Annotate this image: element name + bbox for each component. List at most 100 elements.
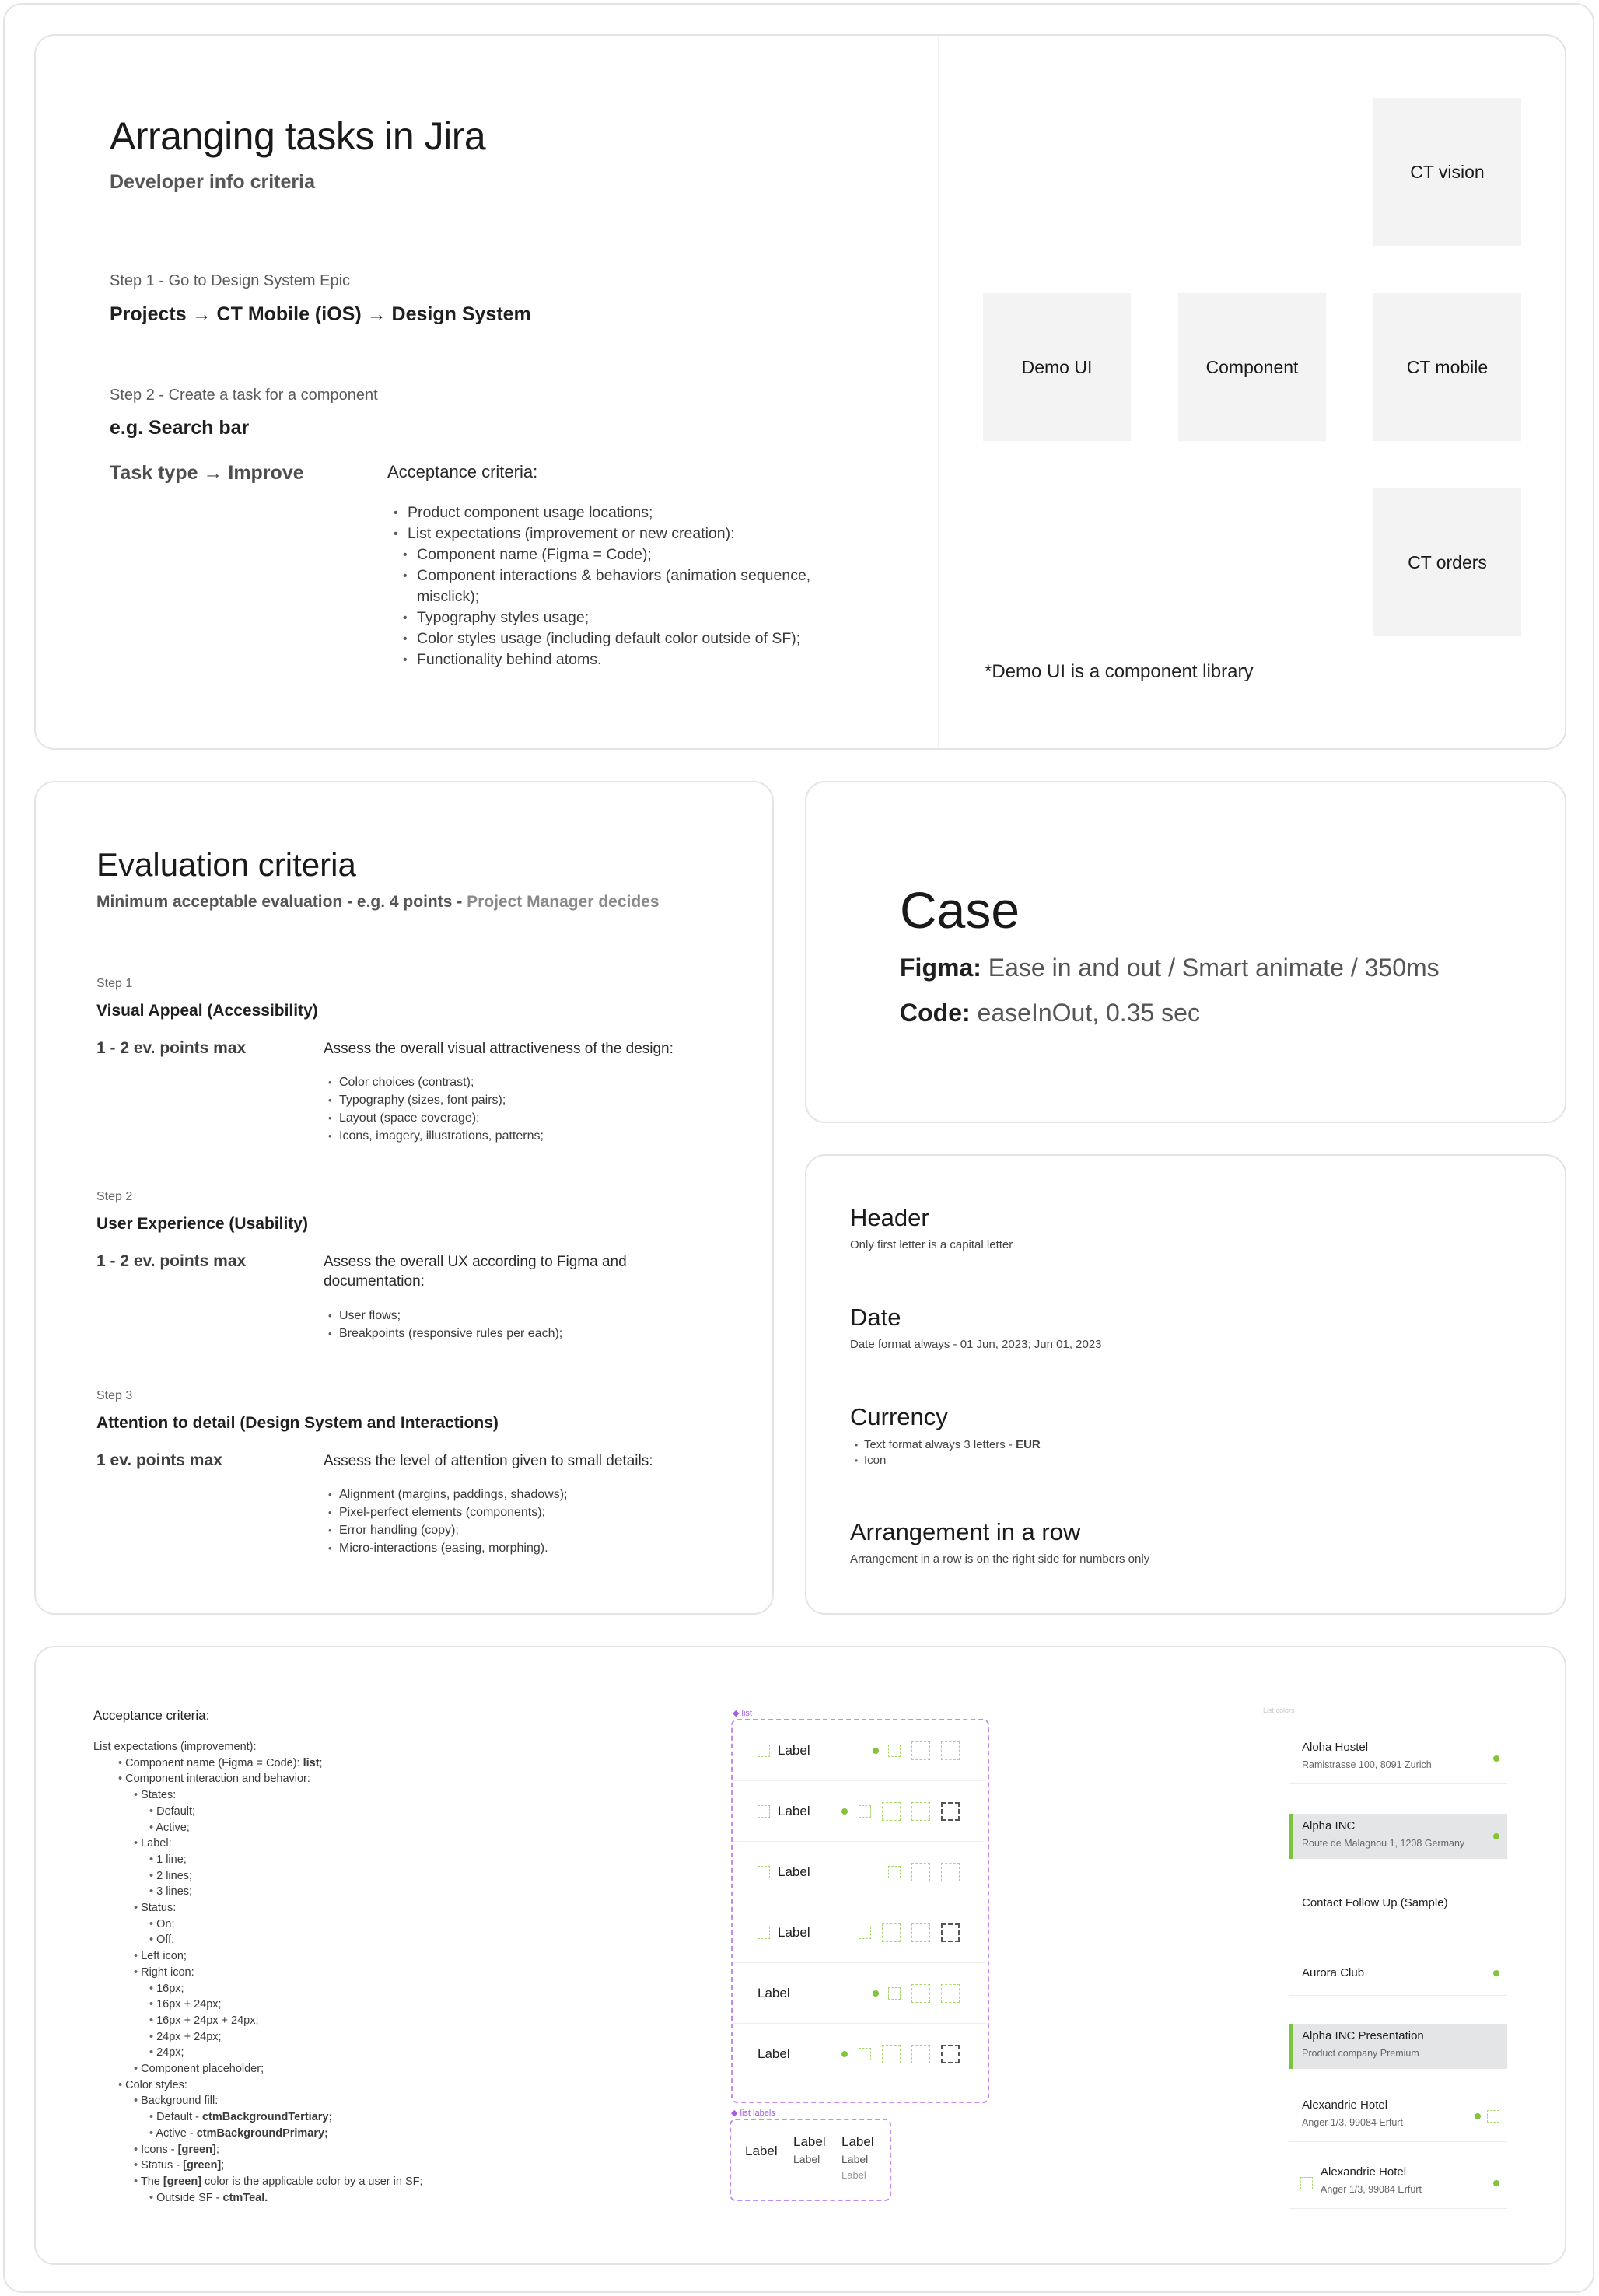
demo-list-item[interactable]: Contact Follow Up (Sample) — [1289, 1879, 1507, 1927]
spec-line: Default - ctmBackgroundTertiary; — [93, 2109, 423, 2126]
component-placeholder-icon — [941, 2045, 960, 2063]
case-card: Case Figma: Ease in and out / Smart anim… — [805, 781, 1566, 1123]
spec-line: Status: — [93, 1900, 423, 1916]
right-icon-placeholder — [911, 1863, 930, 1881]
component-placeholder-icon — [941, 1923, 960, 1942]
right-icon-placeholder — [882, 1923, 901, 1942]
spec-line: 2 lines; — [93, 1868, 423, 1885]
step-list: Color choices (contrast); Typography (si… — [328, 1073, 544, 1145]
status-dot — [873, 1990, 879, 1997]
sublist-wrapper: Component name (Figma = Code); Component… — [394, 544, 891, 670]
spec-title: Acceptance criteria: — [93, 1708, 210, 1723]
left-icon-placeholder — [758, 1745, 770, 1757]
spec-line: Color styles: — [93, 2077, 423, 2094]
right-icon-placeholder — [911, 1984, 930, 2003]
step-points: 1 - 2 ev. points max — [96, 1252, 247, 1270]
spec-tree: List expectations (improvement): Compone… — [93, 1739, 423, 2206]
spec-line: 3 lines; — [93, 1884, 423, 1900]
item-subtitle: Product company Premium — [1302, 2048, 1419, 2059]
spec-line: Background fill: — [93, 2093, 423, 2109]
figma-value: Ease in and out / Smart animate / 350ms — [988, 954, 1440, 982]
step-description: Assess the level of attention given to s… — [324, 1453, 653, 1469]
status-dot — [873, 1748, 879, 1754]
right-icon-placeholder — [911, 2045, 930, 2063]
spec-line: The [green] color is the applicable colo… — [93, 2174, 423, 2190]
spec-line: 16px; — [93, 1981, 423, 1997]
rule-title: Date — [850, 1304, 901, 1331]
colors-frame-tag: List colors — [1263, 1706, 1295, 1714]
list-row[interactable]: Label — [733, 1781, 986, 1842]
case-figma: Figma: Ease in and out / Smart animate /… — [900, 954, 1440, 982]
jira-tasks-card: Arranging tasks in Jira Developer info c… — [34, 34, 1566, 750]
spec-line: States: — [93, 1787, 423, 1804]
list-component-card: Acceptance criteria: List expectations (… — [34, 1646, 1566, 2265]
tile-ct-mobile: CT mobile — [1373, 293, 1521, 441]
demo-list-item-active[interactable]: Alpha INC Route de Malagnou 1, 1208 Germ… — [1289, 1814, 1507, 1859]
list-labels-frame: Label Label Label Label Label Label — [730, 2119, 891, 2201]
list-row[interactable]: Label — [733, 1963, 986, 2024]
status-dot — [1493, 1755, 1499, 1762]
list-row[interactable]: Label — [733, 2024, 986, 2084]
spec-line: Status - [green]; — [93, 2158, 423, 2174]
footnote: *Demo UI is a component library — [985, 661, 1254, 682]
item-title: Aloha Hostel — [1302, 1741, 1369, 1754]
spec-line: Component placeholder; — [93, 2061, 423, 2077]
component-placeholder-icon — [941, 1802, 960, 1821]
status-dot — [841, 2051, 848, 2057]
step-label: Step 1 — [96, 977, 133, 990]
item-title: Alpha INC — [1302, 1819, 1356, 1832]
list-row[interactable]: Label — [733, 1720, 986, 1781]
right-icon-placeholder — [859, 1805, 871, 1818]
status-dot — [1475, 2113, 1481, 2119]
row-label: Label — [778, 1804, 810, 1818]
figma-label: Figma: — [900, 954, 981, 982]
evaluation-title: Evaluation criteria — [96, 846, 356, 883]
spec-line: 16px + 24px + 24px; — [93, 2013, 423, 2029]
spec-line: 24px + 24px; — [93, 2029, 423, 2046]
spec-line: 24px; — [93, 2045, 423, 2061]
code-label: Code: — [900, 999, 971, 1027]
step-list: Alignment (margins, paddings, shadows); … — [328, 1486, 567, 1557]
row-label: Label — [778, 1864, 810, 1879]
demo-list-item-active[interactable]: Alpha INC Presentation Product company P… — [1289, 2024, 1507, 2069]
right-icon-placeholder — [888, 1987, 901, 2000]
step-description: Assess the overall visual attractiveness… — [324, 1041, 674, 1057]
item-subtitle: Anger 1/3, 99084 Erfurt — [1302, 2117, 1403, 2128]
case-code: Code: easeInOut, 0.35 sec — [900, 999, 1200, 1027]
acceptance-list: Product component usage locations; List … — [394, 502, 891, 670]
spec-line: Outside SF - ctmTeal. — [93, 2190, 423, 2207]
item-title: Alexandrie Hotel — [1321, 2165, 1407, 2179]
list-row[interactable]: Label — [733, 1842, 986, 1902]
label-variant-3line-bottom: Label — [841, 2169, 866, 2181]
spec-line: 1 line; — [93, 1852, 423, 1868]
demo-list-item[interactable]: Alexandrie Hotel Anger 1/3, 99084 Erfurt — [1289, 2091, 1507, 2142]
demo-list-item[interactable]: Aurora Club — [1289, 1948, 1507, 1996]
demo-list-item[interactable]: Aloha Hostel Ramistrasse 100, 8091 Zuric… — [1289, 1733, 1507, 1784]
step-points: 1 - 2 ev. points max — [96, 1039, 247, 1057]
demo-list-item[interactable]: Alexandrie Hotel Anger 1/3, 99084 Erfurt — [1289, 2158, 1507, 2209]
item-title: Aurora Club — [1302, 1966, 1365, 1979]
spec-line: Right icon: — [93, 1965, 423, 1981]
acceptance-title: Acceptance criteria: — [387, 462, 538, 481]
list-item-continuation: misclick); — [417, 588, 480, 605]
right-icon-placeholder — [859, 2048, 871, 2060]
status-dot — [1493, 2180, 1499, 2186]
item-subtitle: Route de Malagnou 1, 1208 Germany — [1302, 1838, 1465, 1849]
spec-line: Off; — [93, 1932, 423, 1948]
list-item: Breakpoints (responsive rules per each); — [328, 1325, 562, 1342]
tile-component: Component — [1178, 293, 1326, 441]
right-icon-placeholder — [911, 1802, 930, 1821]
step1-path: Projects → CT Mobile (iOS) → Design Syst… — [110, 303, 531, 325]
left-icon-placeholder — [1300, 2177, 1313, 2189]
status-dot — [1493, 1970, 1499, 1976]
item-subtitle: Ramistrasse 100, 8091 Zurich — [1302, 1759, 1432, 1770]
right-icon-placeholder — [911, 1923, 930, 1942]
label-variant-3line-top: Label — [841, 2134, 874, 2149]
right-icon-placeholder — [941, 1984, 960, 2003]
task-type: Task type → Improve — [110, 462, 304, 484]
list-row[interactable]: Label — [733, 1902, 986, 1963]
spec-line: Default; — [93, 1804, 423, 1820]
rule-desc: Only first letter is a capital letter — [850, 1238, 1013, 1251]
item-title: Alpha INC Presentation — [1302, 2029, 1424, 2042]
list-item: User flows; — [328, 1307, 562, 1325]
